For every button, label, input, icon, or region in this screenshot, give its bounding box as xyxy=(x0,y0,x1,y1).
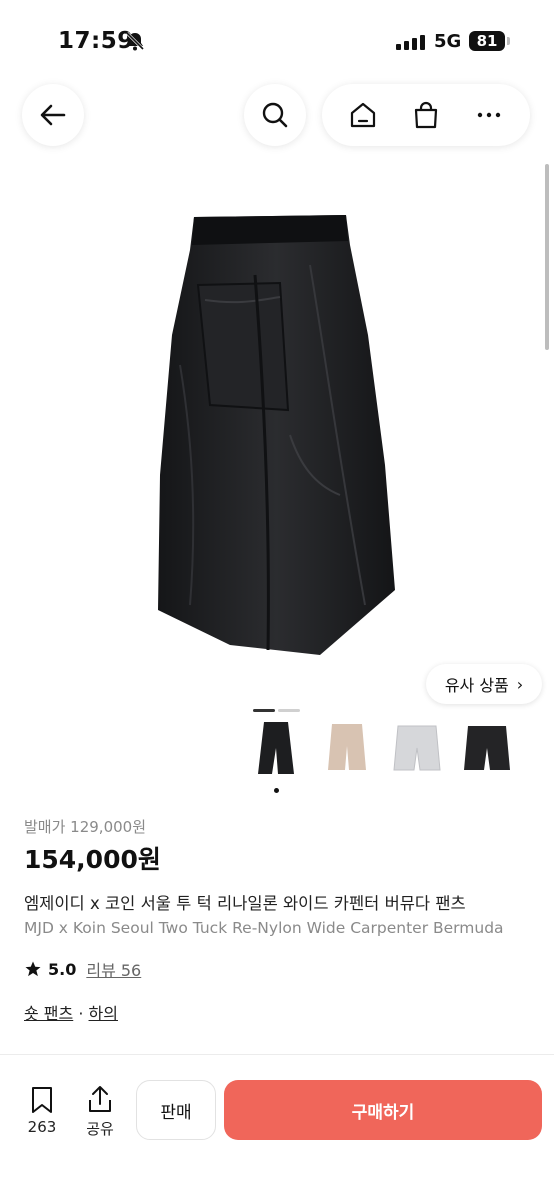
signal-icon xyxy=(396,34,426,50)
thumbnail-black[interactable] xyxy=(252,718,302,778)
more-icon[interactable] xyxy=(474,100,504,130)
network-type: 5G xyxy=(434,31,462,52)
home-icon[interactable] xyxy=(348,100,378,130)
category-link-bottoms[interactable]: 하의 xyxy=(89,1004,118,1023)
bookmark-button[interactable]: 263 xyxy=(24,1086,60,1136)
thumbnail-light-gray[interactable] xyxy=(392,718,442,778)
search-button[interactable] xyxy=(244,84,306,146)
bookmark-count: 263 xyxy=(27,1118,57,1136)
image-page-indicator xyxy=(253,697,303,716)
product-image[interactable] xyxy=(150,205,400,665)
star-icon xyxy=(25,961,41,977)
share-icon xyxy=(89,1086,111,1112)
divider xyxy=(0,1054,554,1055)
similar-products-button[interactable]: 유사 상품 › xyxy=(426,664,542,704)
bell-muted-icon xyxy=(125,31,145,51)
status-bar: 17:59 5G 81 xyxy=(0,0,554,80)
battery-icon: 81 xyxy=(469,31,505,51)
similar-products-label: 유사 상품 xyxy=(444,676,509,695)
back-button[interactable] xyxy=(22,84,84,146)
category-link-short-pants[interactable]: 숏 팬츠 xyxy=(24,1004,73,1023)
back-arrow-icon xyxy=(40,104,66,126)
category-breadcrumb: 숏 팬츠 · 하의 xyxy=(24,1000,118,1024)
rating-row: 5.0 리뷰 56 xyxy=(24,957,141,981)
battery-tip xyxy=(507,37,510,45)
search-icon xyxy=(262,102,288,128)
product-price: 154,000원 xyxy=(24,845,161,874)
scrollbar[interactable] xyxy=(545,164,549,350)
category-separator: · xyxy=(78,1004,84,1023)
status-time: 17:59 xyxy=(58,28,134,54)
shopping-bag-icon[interactable] xyxy=(411,100,441,130)
indicator-active xyxy=(253,709,275,712)
selected-thumbnail-dot xyxy=(274,788,279,793)
share-label: 공유 xyxy=(86,1120,114,1138)
rating-score: 5.0 xyxy=(48,959,77,979)
thumbnail-charcoal[interactable] xyxy=(462,718,512,778)
indicator-inactive xyxy=(278,709,300,712)
original-price: 발매가 129,000원 xyxy=(24,818,146,836)
product-title-korean: 엠제이디 x 코인 서울 투 턱 리나일론 와이드 카펜터 버뮤다 팬츠 xyxy=(24,894,466,913)
review-link[interactable]: 리뷰 56 xyxy=(86,957,141,981)
product-title-english: MJD x Koin Seoul Two Tuck Re-Nylon Wide … xyxy=(24,919,504,937)
share-button[interactable]: 공유 xyxy=(82,1084,118,1139)
chevron-right-icon: › xyxy=(516,674,524,694)
thumbnail-beige[interactable] xyxy=(322,718,372,778)
sell-button[interactable]: 판매 xyxy=(136,1080,216,1140)
nav-action-group xyxy=(322,84,530,146)
bookmark-icon xyxy=(32,1087,52,1113)
buy-button[interactable]: 구매하기 xyxy=(224,1080,542,1140)
